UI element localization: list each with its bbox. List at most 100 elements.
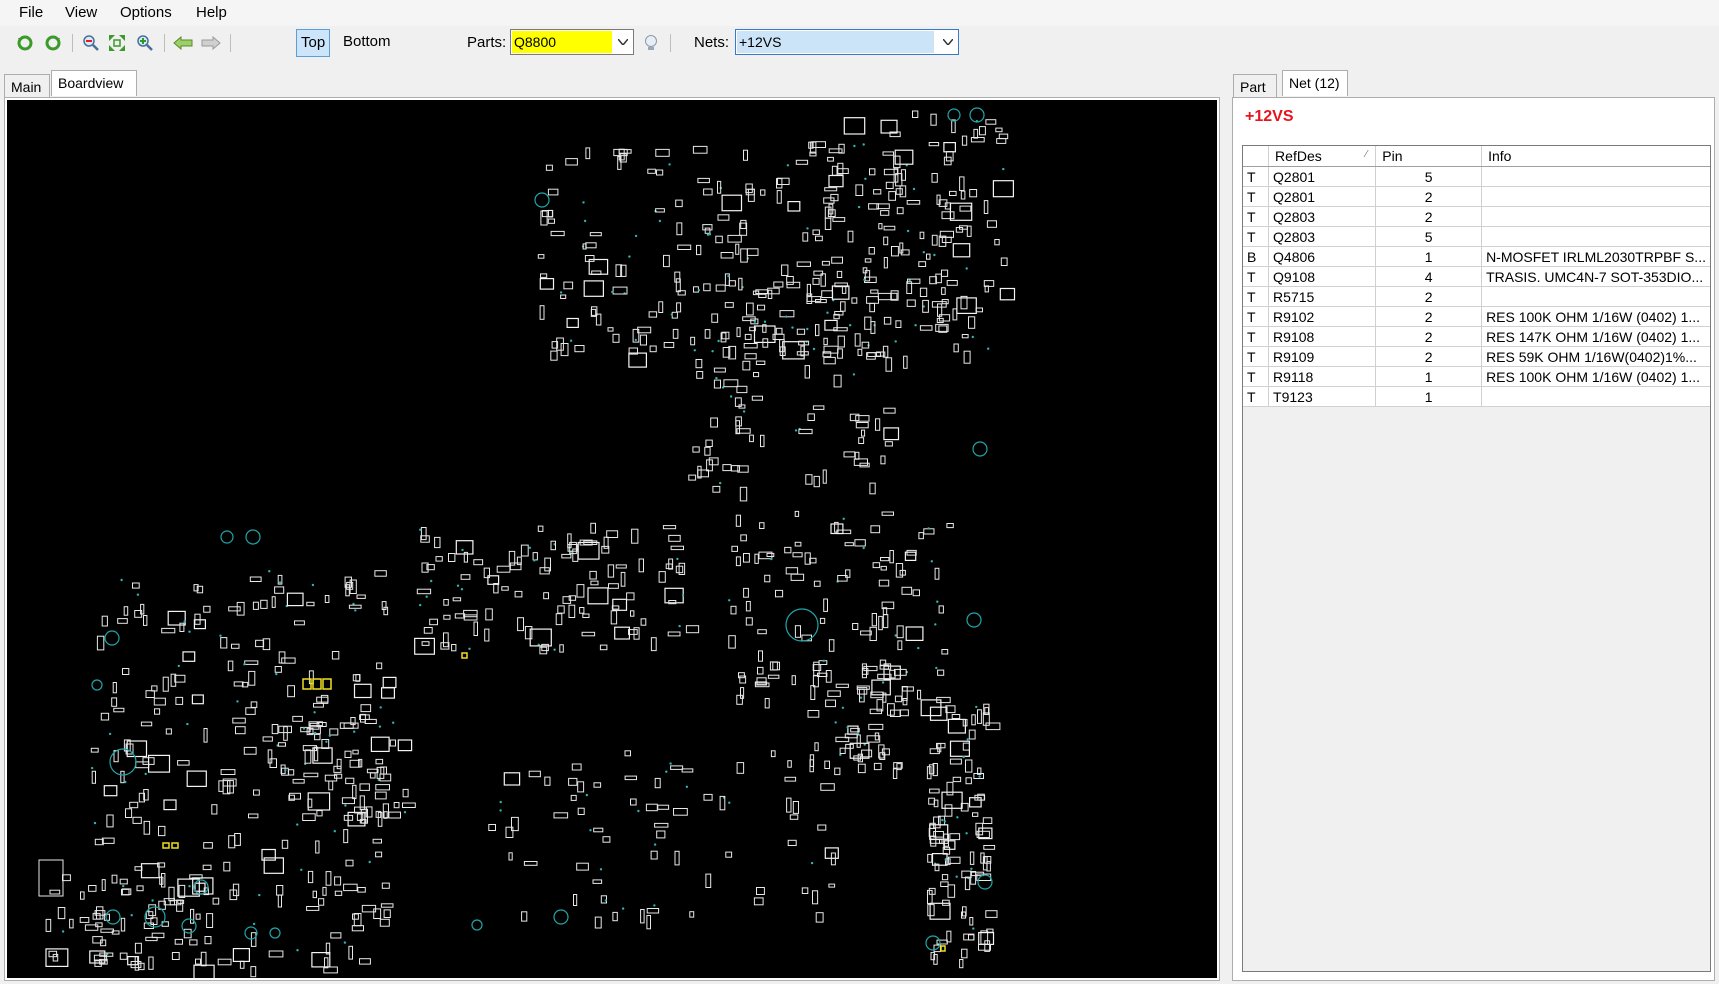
cell-refdes: R9102 xyxy=(1268,306,1377,327)
col-info[interactable]: Info xyxy=(1481,146,1710,167)
cell-info: RES 59K OHM 1/16W(0402)1%... xyxy=(1481,346,1710,367)
cell-side: T xyxy=(1243,366,1270,387)
parts-label: Parts: xyxy=(467,34,507,51)
cell-side: T xyxy=(1243,186,1270,207)
nets-combo[interactable]: +12VS xyxy=(735,29,959,55)
cell-side: T xyxy=(1243,206,1270,227)
back-arrow-icon[interactable] xyxy=(172,32,194,54)
table-row[interactable]: T Q2803 5 xyxy=(1243,226,1710,247)
lightbulb-icon[interactable] xyxy=(640,32,662,54)
cell-pin: 1 xyxy=(1375,246,1483,267)
chevron-down-icon[interactable] xyxy=(938,30,958,54)
cell-side: T xyxy=(1243,386,1270,407)
cell-pin: 1 xyxy=(1375,386,1483,407)
cell-info xyxy=(1481,186,1710,207)
cell-side: T xyxy=(1243,166,1270,187)
cell-side: T xyxy=(1243,306,1270,327)
cell-info xyxy=(1481,226,1710,247)
zoom-out-icon[interactable] xyxy=(80,32,102,54)
cell-pin: 2 xyxy=(1375,186,1483,207)
table-row[interactable]: T Q9108 4 TRASIS. UMC4N-7 SOT-353DIO... xyxy=(1243,266,1710,287)
col-refdes-label: RefDes xyxy=(1275,148,1322,164)
cell-pin: 2 xyxy=(1375,326,1483,347)
table-row[interactable]: T Q2801 2 xyxy=(1243,186,1710,207)
nets-label: Nets: xyxy=(694,34,730,51)
cell-refdes: R9109 xyxy=(1268,346,1377,367)
toolbar: Top Bottom Parts: Q8800 Nets: +12VS xyxy=(0,26,1719,58)
cell-pin: 2 xyxy=(1375,206,1483,227)
table-row[interactable]: T T9123 1 xyxy=(1243,386,1710,407)
menu-view[interactable]: View xyxy=(62,4,100,21)
refresh-icon[interactable] xyxy=(14,32,36,54)
cell-pin: 5 xyxy=(1375,166,1483,187)
zoom-in-icon[interactable] xyxy=(134,32,156,54)
top-side-toggle[interactable]: Top xyxy=(296,29,331,57)
nets-value[interactable]: +12VS xyxy=(737,31,934,53)
cell-side: T xyxy=(1243,266,1270,287)
cell-pin: 2 xyxy=(1375,286,1483,307)
menu-file[interactable]: File xyxy=(16,4,46,21)
menu-bar: File View Options Help xyxy=(0,0,1719,26)
reload-icon[interactable] xyxy=(42,32,64,54)
cell-info: RES 100K OHM 1/16W (0402) 1... xyxy=(1481,306,1710,327)
menu-help[interactable]: Help xyxy=(193,4,230,21)
table-row[interactable]: T Q2803 2 xyxy=(1243,206,1710,227)
bottom-side-toggle[interactable]: Bottom xyxy=(339,29,395,55)
cell-refdes: Q2801 xyxy=(1268,186,1377,207)
table-row[interactable]: T Q2801 5 xyxy=(1243,166,1710,187)
net-pins-table: RefDes ⁄ Pin Info T Q2801 5 T Q2801 2 T Q2803 2 T Q… xyxy=(1243,146,1710,407)
cell-refdes: R9118 xyxy=(1268,366,1377,387)
cell-info xyxy=(1481,206,1710,227)
cell-pin: 4 xyxy=(1375,266,1483,287)
menu-options[interactable]: Options xyxy=(117,4,175,21)
cell-refdes: R9108 xyxy=(1268,326,1377,347)
table-row[interactable]: T R9109 2 RES 59K OHM 1/16W(0402)1%... xyxy=(1243,346,1710,367)
table-row[interactable]: B Q4806 1 N-MOSFET IRLML2030TRPBF S... xyxy=(1243,246,1710,267)
parts-value[interactable]: Q8800 xyxy=(512,31,612,53)
cell-side: T xyxy=(1243,346,1270,367)
fit-icon[interactable] xyxy=(106,32,128,54)
board-canvas[interactable] xyxy=(7,100,1217,978)
cell-info xyxy=(1481,286,1710,307)
table-row[interactable]: T R9102 2 RES 100K OHM 1/16W (0402) 1... xyxy=(1243,306,1710,327)
tab-boardview[interactable]: Boardview xyxy=(51,70,137,96)
cell-pin: 5 xyxy=(1375,226,1483,247)
cell-side: B xyxy=(1243,246,1270,267)
net-name: +12VS xyxy=(1245,108,1294,125)
tab-part[interactable]: Part xyxy=(1233,74,1277,98)
cell-refdes: Q4806 xyxy=(1268,246,1377,267)
cell-side: T xyxy=(1243,326,1270,347)
cell-info: RES 147K OHM 1/16W (0402) 1... xyxy=(1481,326,1710,347)
col-refdes[interactable]: RefDes ⁄ xyxy=(1268,146,1377,167)
col-pin[interactable]: Pin xyxy=(1375,146,1483,167)
table-row[interactable]: T R9118 1 RES 100K OHM 1/16W (0402) 1... xyxy=(1243,366,1710,387)
parts-combo[interactable]: Q8800 xyxy=(510,29,634,55)
cell-pin: 2 xyxy=(1375,346,1483,367)
cell-info xyxy=(1481,166,1710,187)
boardview-panel xyxy=(4,97,1220,981)
cell-side: T xyxy=(1243,286,1270,307)
forward-arrow-icon[interactable] xyxy=(200,32,222,54)
cell-pin: 2 xyxy=(1375,306,1483,327)
cell-refdes: Q2801 xyxy=(1268,166,1377,187)
cell-refdes: Q2803 xyxy=(1268,206,1377,227)
col-side[interactable] xyxy=(1243,146,1270,167)
cell-side: T xyxy=(1243,226,1270,247)
chevron-down-icon[interactable] xyxy=(613,30,633,54)
cell-info: N-MOSFET IRLML2030TRPBF S... xyxy=(1481,246,1710,267)
table-row[interactable]: T R5715 2 xyxy=(1243,286,1710,307)
cell-refdes: Q2803 xyxy=(1268,226,1377,247)
cell-refdes: T9123 xyxy=(1268,386,1377,407)
cell-refdes: R5715 xyxy=(1268,286,1377,307)
tab-main[interactable]: Main xyxy=(4,74,50,98)
net-pins-grid: RefDes ⁄ Pin Info T Q2801 5 T Q2801 2 T Q2803 2 T Q… xyxy=(1242,145,1711,972)
cell-pin: 1 xyxy=(1375,366,1483,387)
table-row[interactable]: T R9108 2 RES 147K OHM 1/16W (0402) 1... xyxy=(1243,326,1710,347)
tab-net[interactable]: Net (12) xyxy=(1282,70,1348,96)
net-panel: +12VS RefDes ⁄ Pin Info T Q2801 5 T Q2801 2 T Q2… xyxy=(1232,97,1715,981)
sort-icon: ⁄ xyxy=(1365,149,1368,160)
cell-info: TRASIS. UMC4N-7 SOT-353DIO... xyxy=(1481,266,1710,287)
cell-refdes: Q9108 xyxy=(1268,266,1377,287)
cell-info: RES 100K OHM 1/16W (0402) 1... xyxy=(1481,366,1710,387)
cell-info xyxy=(1481,386,1710,407)
